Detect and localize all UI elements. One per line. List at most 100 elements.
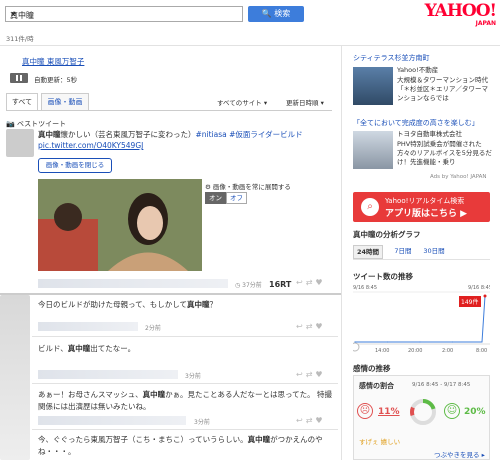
ad2-title[interactable]: 「全てにおいて完成度の高さを楽しむ」	[353, 119, 493, 128]
chart-point	[386, 341, 389, 343]
reply-icon[interactable]: ↩	[296, 278, 306, 287]
retweet-count: 16RT	[269, 280, 292, 289]
tab-24h[interactable]: 24時間	[353, 245, 383, 259]
photo-illustration	[38, 179, 202, 271]
chart-point	[451, 341, 454, 343]
tweet-text: あぁー！お母さんスマッシュ、	[38, 390, 143, 399]
banner-line2: アプリ版はこちら ▶	[385, 209, 468, 219]
ad2-text[interactable]: PHV特別試乗会が開催された方々のリアルボイスを5分見るだけ！先進機能・乗り	[397, 140, 492, 167]
auto-update-label: 自動更新：5秒	[34, 76, 78, 84]
tweet-keyword: 真中瞳	[38, 130, 61, 139]
tweet-hashtags[interactable]: #nitiasa #仮面ライダービルド	[196, 130, 303, 139]
app-banner[interactable]: ⌕ Yahoo!リアルタイム検索 アプリ版はこちら ▶	[353, 192, 490, 222]
tab-all[interactable]: すべて	[6, 93, 38, 111]
tweet-text: 今、ぐぐったら東風万智子（こち・まちこ）っていうらしい。	[38, 435, 248, 444]
chart-tick-label: 20:00	[408, 348, 422, 354]
list-item: 今、ぐぐったら東風万智子（こち・まちこ）っていうらしい。真中瞳がつかえんのやね・…	[38, 434, 336, 458]
chart-end-label: 9/16 8:45	[468, 285, 490, 291]
section-divider	[0, 293, 341, 295]
order-dropdown[interactable]: 更新日時順 ▾	[286, 97, 324, 107]
tweet-actions[interactable]: ↩⇄♥	[296, 322, 326, 331]
toggle-on[interactable]: オン	[205, 192, 226, 204]
query-link[interactable]: 真中瞳 東風万智子	[22, 56, 84, 67]
best-tweet-label: ベストツイート	[16, 120, 67, 128]
toggle-off[interactable]: オフ	[226, 192, 247, 204]
avatar-column	[0, 295, 30, 460]
tab-underline	[6, 110, 332, 111]
tweet-text: 今日のビルドが助けた母親って、もしかして	[38, 300, 188, 309]
tweet-body: 懐かしい（芸名東風万智子に変わった）	[60, 130, 196, 139]
tweet-text: ビルド、	[38, 344, 68, 353]
search-button-label: 検索	[274, 9, 291, 18]
gear-icon: ⚙	[205, 183, 211, 191]
tweet-count-chart: 9/16 8:45 9/16 8:45 149件 14:00 20:00 2:0…	[353, 284, 490, 354]
clear-icon[interactable]: ✕	[10, 10, 238, 19]
tweet-meta	[38, 279, 228, 288]
search-icon: 🔍	[261, 9, 272, 18]
chart-peak-label: 149件	[461, 298, 478, 306]
ad1-brand: Yahoo!不動産	[397, 66, 439, 74]
site-filter-dropdown[interactable]: すべてのサイト ▾	[217, 97, 267, 107]
tweet-divider	[32, 336, 338, 337]
ads-label[interactable]: Ads by Yahoo! JAPAN	[430, 174, 487, 180]
tweet-keyword: 真中瞳	[142, 390, 166, 399]
yahoo-logo[interactable]: YAHOO! JAPAN	[418, 1, 497, 29]
tweet-actions[interactable]: ↩⇄♥	[296, 278, 326, 287]
tweet-trend-title: ツイート数の推移	[353, 272, 413, 281]
sentiment-donut	[410, 399, 436, 425]
ad1-image[interactable]	[353, 67, 393, 105]
pause-button[interactable]	[10, 73, 28, 83]
graph-title: 真中瞳の分析グラフ	[353, 230, 421, 239]
ad1-title[interactable]: シティテラス杉並方南町	[353, 54, 490, 63]
header-divider	[0, 45, 500, 46]
view-tweets-link[interactable]: つぶやきを見る ▸	[434, 449, 485, 459]
tweet-time[interactable]: ◷ 37分前	[235, 280, 262, 289]
search-button[interactable]: 🔍 検索	[248, 6, 304, 22]
tweet-pic-link[interactable]: pic.twitter.com/O40KY549GJ	[38, 141, 143, 150]
banner-line1: Yahoo!リアルタイム検索	[385, 197, 465, 205]
sad-face-icon: ☹	[357, 403, 373, 419]
tab-images-videos[interactable]: 画像・動画	[41, 93, 89, 111]
result-count: 311件/時	[6, 35, 34, 43]
tweet-time[interactable]: 3分前	[185, 371, 201, 380]
ad1-text[interactable]: 大規模＆タワーマンション時代「＊杉並区＊エリア／タワーマンションならでは	[397, 76, 492, 103]
chart-tick-label: 2:00	[442, 348, 453, 354]
search-input[interactable]: 真中瞳 ✕	[5, 6, 243, 22]
tweet-time[interactable]: 2分前	[145, 323, 161, 332]
sentiment-ratio-label: 感情の割合	[359, 382, 394, 390]
tab-30d[interactable]: 30日間	[419, 245, 449, 259]
search-icon: ⌕	[361, 198, 379, 216]
list-item: あぁー！お母さんスマッシュ、真中瞳かぁ。見たことある人だなーとは思ってた。 特撮…	[38, 389, 336, 413]
tweet-text-tail: ？	[209, 300, 218, 309]
positive-percent: 20%	[464, 407, 486, 417]
tweet-photo[interactable]	[38, 179, 202, 271]
close-media-button[interactable]: 画像・動画を閉じる	[38, 158, 112, 173]
sentiment-title: 感情の推移	[353, 364, 391, 373]
retweet-icon[interactable]: ⇄	[306, 278, 316, 287]
expand-setting-label: 画像・動画を常に展開する	[212, 183, 291, 191]
tweet-time[interactable]: 3分前	[194, 417, 210, 426]
chart-point	[419, 341, 421, 343]
chart-slider-handle[interactable]	[353, 342, 360, 352]
tweet-actions[interactable]: ↩⇄♥	[296, 416, 326, 425]
chart-background	[353, 284, 490, 354]
tweet-actions[interactable]: ↩⇄♥	[296, 370, 326, 379]
ad2-image[interactable]	[353, 131, 393, 169]
chart-tick-label: 14:00	[375, 348, 389, 354]
best-tweet-text: 真中瞳懐かしい（芸名東風万智子に変わった）#nitiasa #仮面ライダービルド…	[38, 129, 338, 151]
chart-tick-label: 8:00	[476, 348, 487, 354]
tweet-divider	[32, 383, 338, 384]
camera-icon: 📷	[6, 120, 15, 128]
like-icon[interactable]: ♥	[315, 278, 325, 287]
tweet-divider	[32, 429, 338, 430]
sentiment-words[interactable]: すげぇ 嬉しい	[359, 436, 400, 446]
yahoo-logo-text: YAHOO!	[424, 1, 497, 21]
tweet-meta	[38, 322, 138, 331]
ad2-brand: トヨタ自動車株式会社	[397, 130, 462, 138]
tab-7d[interactable]: 7日間	[390, 245, 416, 259]
tweet-time-text: 37分前	[242, 282, 262, 289]
tweet-keyword: 真中瞳	[247, 435, 271, 444]
avatar[interactable]	[6, 129, 34, 157]
tweet-text-tail: 出てたなー。	[90, 344, 136, 353]
column-divider	[341, 45, 342, 460]
